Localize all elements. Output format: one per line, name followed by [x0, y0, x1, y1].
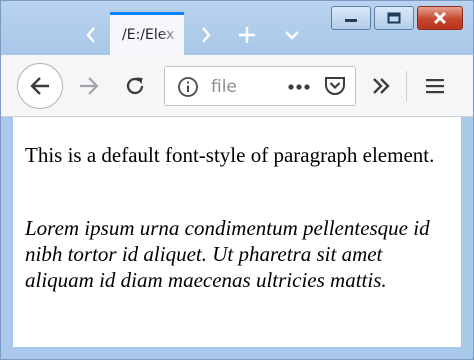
paragraph-italic: Lorem ipsum urna condimentum pellentesqu…: [25, 216, 430, 292]
tab-list-chevron-down-icon[interactable]: [274, 15, 310, 55]
maximize-icon: [387, 12, 401, 24]
back-button[interactable]: [17, 63, 63, 109]
tab-scroll-left-icon[interactable]: [73, 15, 109, 55]
minimize-button[interactable]: [331, 6, 371, 30]
browser-window: /E:/Elex file This is a default font-sty…: [0, 0, 474, 360]
info-icon[interactable]: [177, 76, 199, 102]
window-bottom-frame: [1, 347, 473, 359]
pocket-icon[interactable]: [323, 75, 347, 101]
toolbar-divider: [406, 71, 407, 101]
hamburger-menu-icon[interactable]: [419, 70, 451, 102]
page-actions-more-icon[interactable]: [287, 77, 311, 101]
window-controls: [331, 6, 463, 30]
reload-button[interactable]: [119, 70, 151, 102]
tab-strip: /E:/Elex: [1, 1, 473, 55]
paragraph-normal: This is a default font-style of paragrap…: [25, 143, 435, 167]
reload-icon: [126, 77, 144, 95]
overflow-menu-chevrons-icon[interactable]: [365, 70, 397, 102]
minimize-icon: [345, 19, 357, 22]
page-content: This is a default font-style of paragrap…: [13, 117, 461, 347]
maximize-button[interactable]: [374, 6, 414, 30]
navigation-toolbar: file: [1, 55, 473, 117]
forward-button[interactable]: [73, 70, 105, 102]
new-tab-plus-icon[interactable]: [229, 15, 265, 55]
tab-scroll-right-icon[interactable]: [188, 15, 224, 55]
back-arrow-icon: [30, 77, 49, 95]
url-bar[interactable]: file: [164, 66, 356, 106]
close-icon: [433, 11, 447, 25]
close-button[interactable]: [417, 6, 463, 30]
url-text: file: [211, 77, 237, 97]
forward-arrow-icon: [80, 77, 99, 95]
tab-active[interactable]: /E:/Elex: [110, 12, 184, 55]
tab-title: /E:/Elex: [122, 27, 175, 43]
